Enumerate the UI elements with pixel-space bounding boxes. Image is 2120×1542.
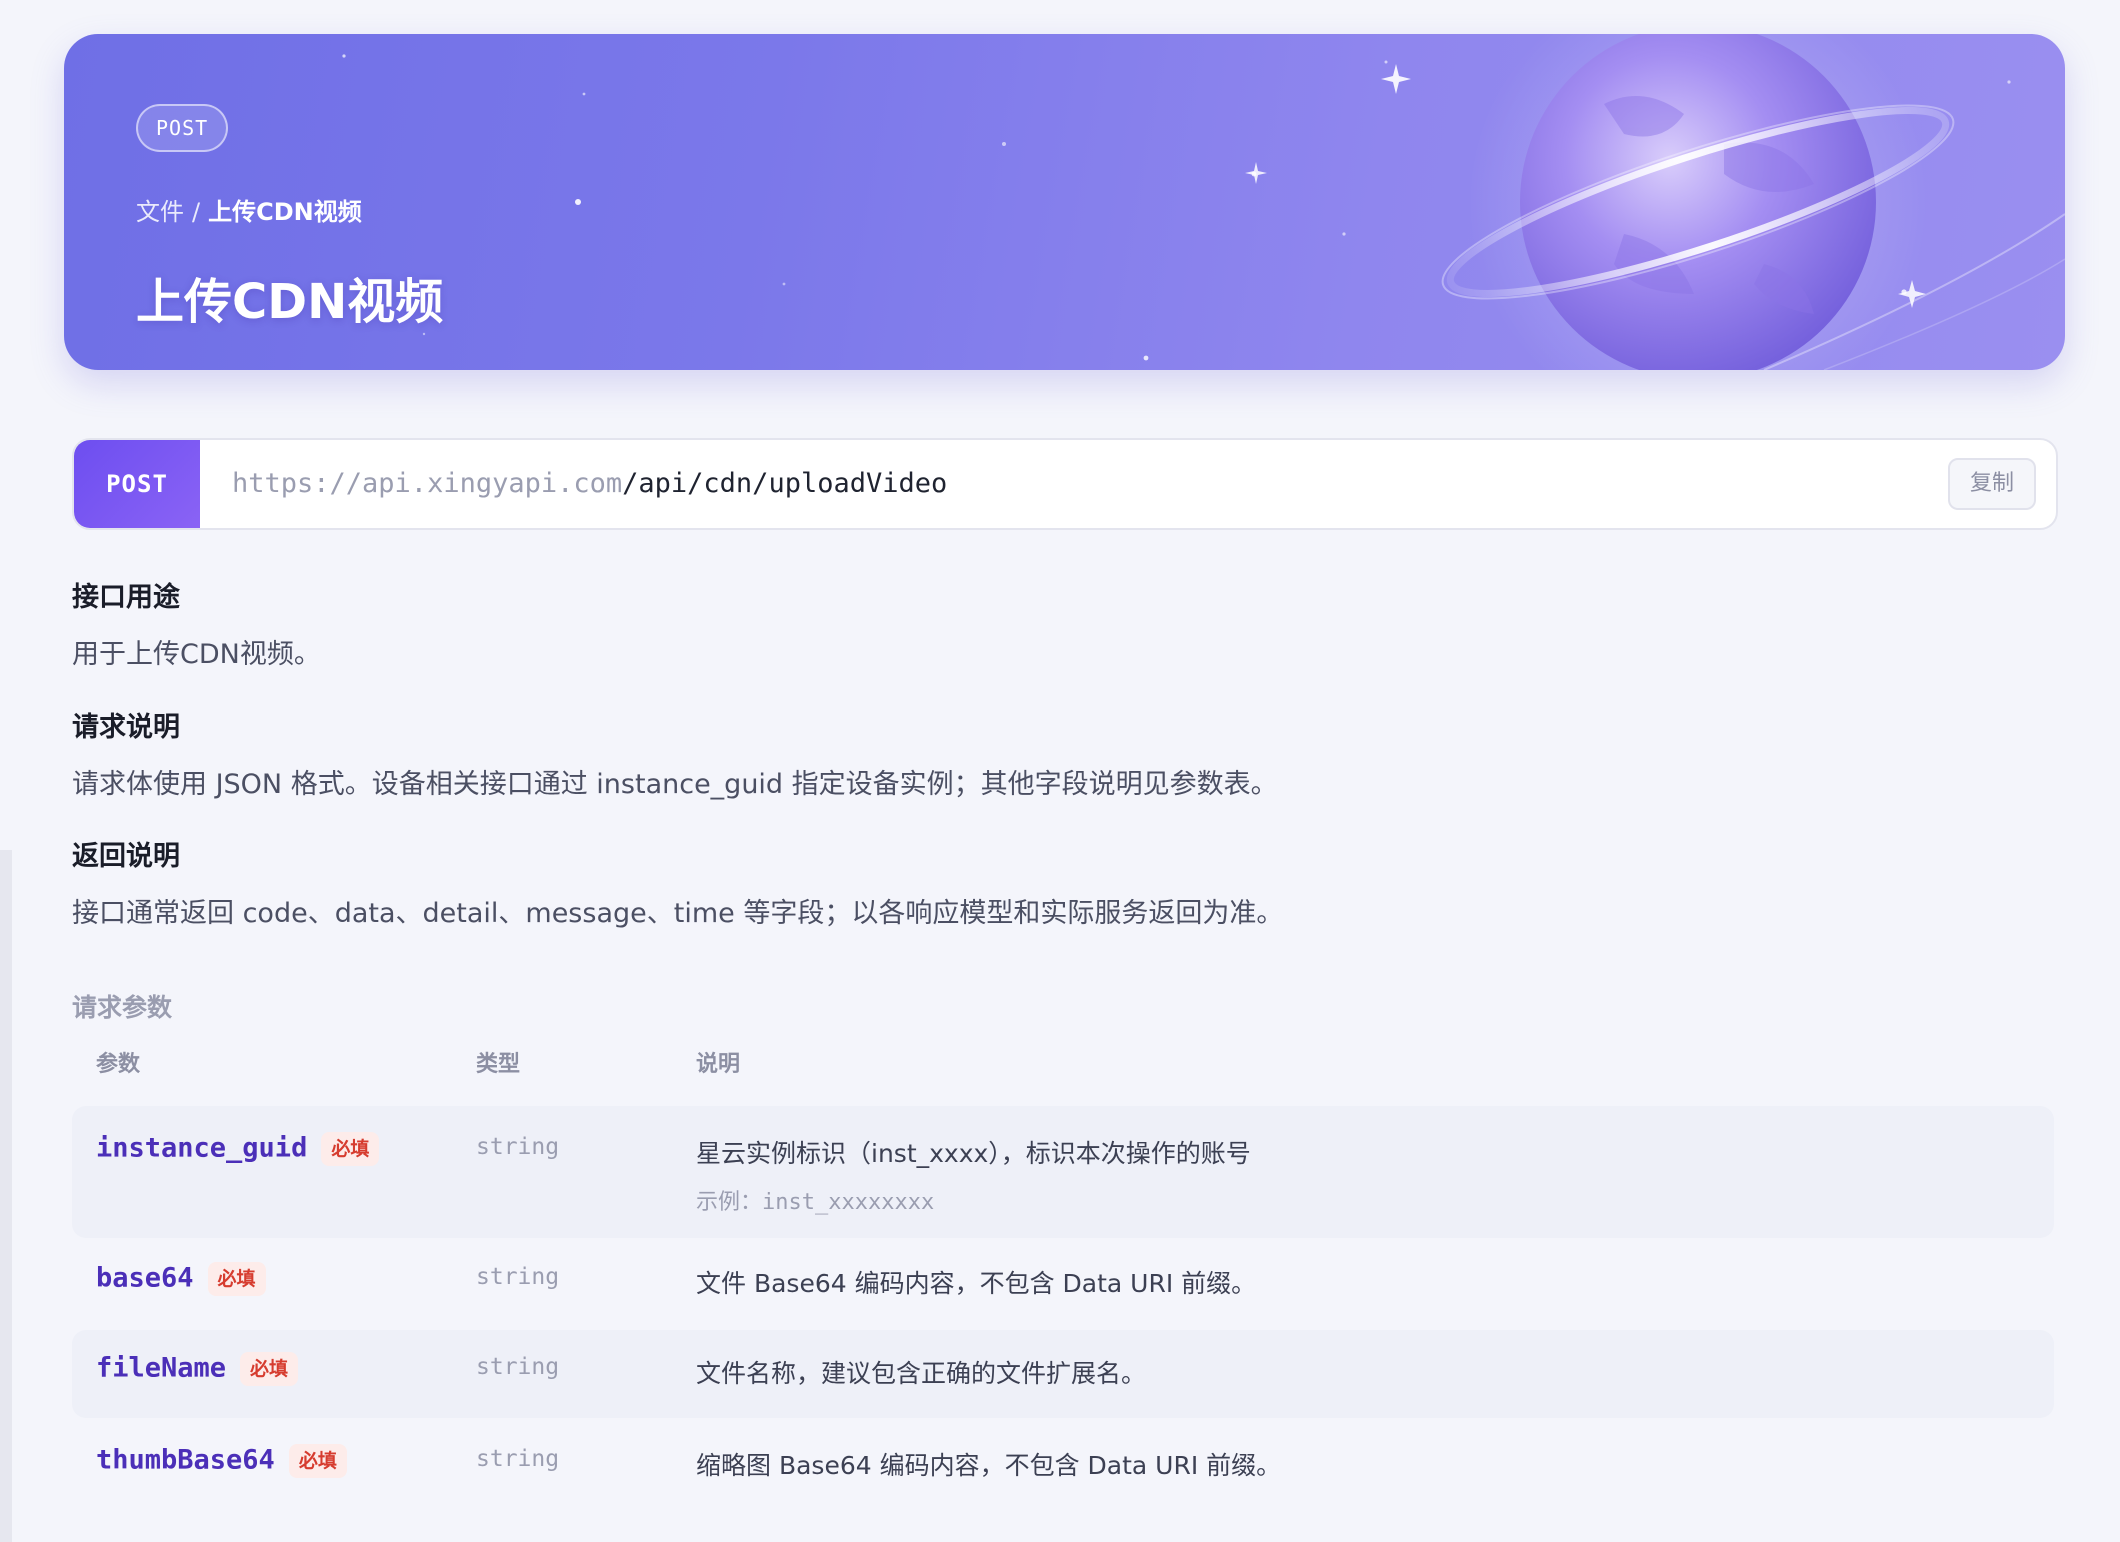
left-scroll-rail (0, 850, 12, 1542)
purpose-title: 接口用途 (72, 582, 180, 613)
param-name-text: thumbBase64 (96, 1444, 275, 1476)
purpose-text: 用于上传CDN视频。 (72, 639, 321, 670)
response-text: 接口通常返回 code、data、detail、message、time 等字段… (72, 898, 1284, 929)
param-description: 文件 Base64 编码内容，不包含 Data URI 前缀。 (696, 1269, 1257, 1298)
param-name: base64 必填 (96, 1262, 266, 1296)
param-example: 示例：inst_xxxxxxxx (696, 1184, 934, 1216)
copy-button[interactable]: 复制 (1948, 458, 2036, 510)
column-header-type: 类型 (476, 1052, 521, 1077)
breadcrumb-parent[interactable]: 文件 (136, 198, 184, 226)
table-row: instance_guid 必填 string 星云实例标识（inst_xxxx）… (72, 1106, 2054, 1238)
required-badge: 必填 (240, 1352, 299, 1386)
param-name-text: fileName (96, 1352, 227, 1384)
breadcrumb-current: 上传CDN视频 (208, 198, 362, 226)
method-badge: POST (136, 104, 229, 152)
table-header: 参数 类型 说明 (72, 1046, 2054, 1086)
param-name: instance_guid 必填 (96, 1132, 380, 1166)
endpoint-bar: POST https://api.xingyapi.com/api/cdn/up… (72, 438, 2058, 530)
hero-banner: POST 文件 / 上传CDN视频 上传CDN视频 (64, 34, 2065, 370)
table-row: fileName 必填 string 文件名称，建议包含正确的文件扩展名。 (72, 1330, 2054, 1418)
param-example-label: 示例： (696, 1190, 763, 1215)
column-header-desc: 说明 (696, 1052, 741, 1077)
column-header-name: 参数 (96, 1052, 141, 1077)
endpoint-path: /api/cdn/uploadVideo (622, 468, 948, 499)
endpoint-host: https://api.xingyapi.com (232, 468, 623, 499)
breadcrumb-separator: / (192, 198, 201, 226)
table-row: thumbBase64 必填 string 缩略图 Base64 编码内容，不包含… (72, 1420, 2054, 1510)
endpoint-url: https://api.xingyapi.com/api/cdn/uploadV… (232, 440, 947, 528)
request-text: 请求体使用 JSON 格式。设备相关接口通过 instance_guid 指定设… (72, 769, 1278, 800)
param-example-value: inst_xxxxxxxx (762, 1190, 935, 1215)
param-type: string (476, 1134, 560, 1160)
param-description: 文件名称，建议包含正确的文件扩展名。 (696, 1359, 1147, 1388)
table-row: base64 必填 string 文件 Base64 编码内容，不包含 Data … (72, 1238, 2054, 1328)
page-title: 上传CDN视频 (136, 274, 444, 330)
param-name-text: instance_guid (96, 1132, 308, 1164)
param-description: 缩略图 Base64 编码内容，不包含 Data URI 前缀。 (696, 1451, 1282, 1480)
param-name-text: base64 (96, 1262, 194, 1294)
response-title: 返回说明 (72, 841, 180, 872)
required-badge: 必填 (321, 1132, 380, 1166)
param-type: string (476, 1354, 560, 1380)
params-heading: 请求参数 (72, 993, 173, 1022)
param-type: string (476, 1264, 560, 1290)
param-description: 星云实例标识（inst_xxxx），标识本次操作的账号 (696, 1139, 1251, 1168)
param-type: string (476, 1446, 560, 1472)
param-name: thumbBase64 必填 (96, 1444, 347, 1478)
breadcrumb: 文件 / 上传CDN视频 (136, 192, 362, 227)
param-name: fileName 必填 (96, 1352, 299, 1386)
required-badge: 必填 (207, 1262, 266, 1296)
required-badge: 必填 (288, 1444, 347, 1478)
request-title: 请求说明 (72, 712, 180, 743)
method-pill: POST (74, 440, 200, 528)
